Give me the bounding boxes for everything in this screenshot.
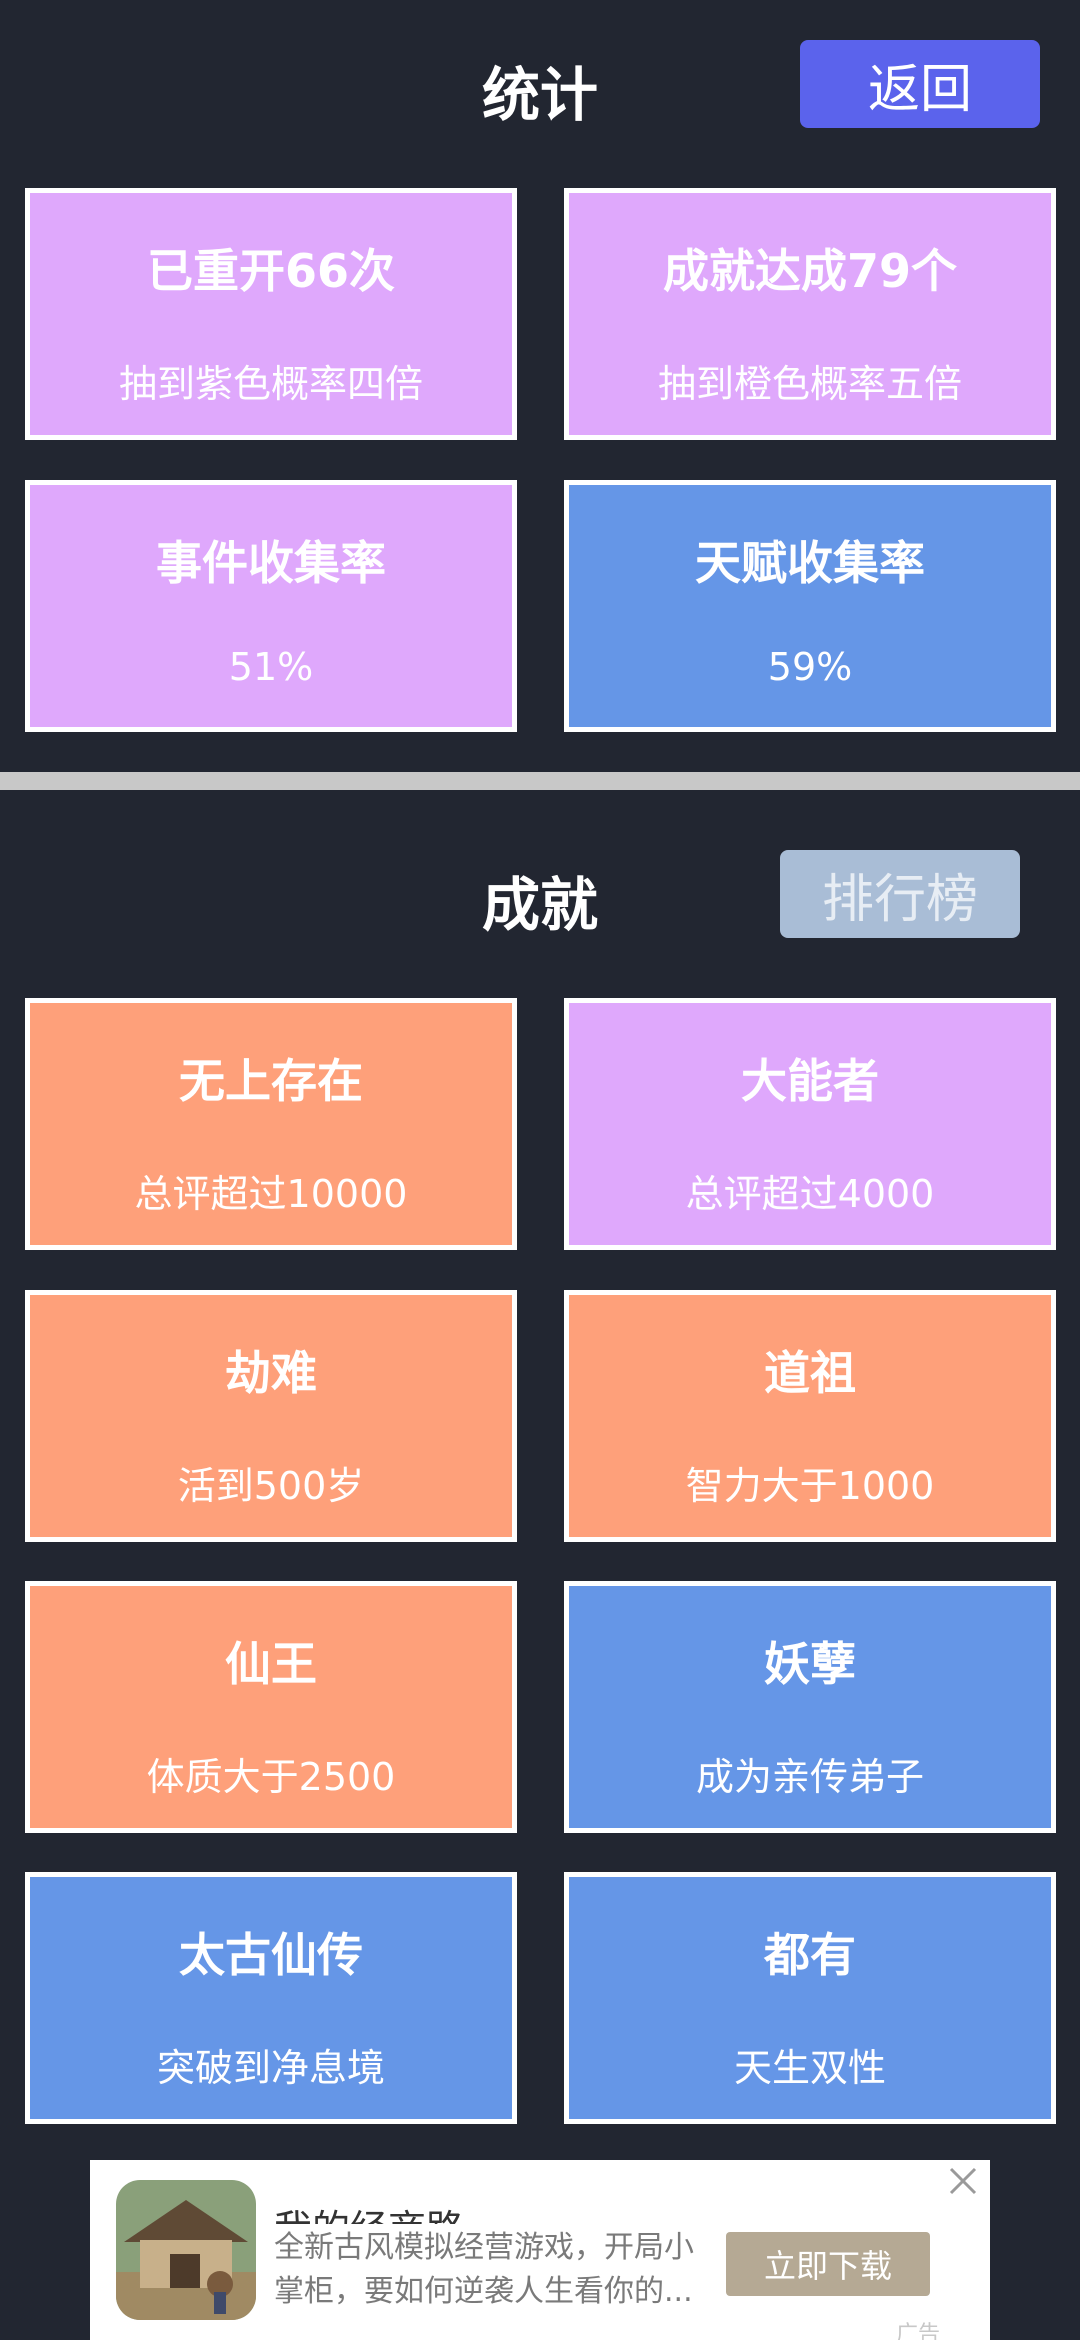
achievement-condition: 总评超过10000 (134, 1172, 408, 1216)
achievement-title: 道祖 (764, 1346, 856, 1400)
ad-badge: 广告 (896, 2322, 941, 2340)
achievement-title: 妖孽 (764, 1637, 856, 1691)
achievement-card[interactable]: 无上存在 总评超过10000 (25, 998, 517, 1250)
achievement-condition: 智力大于1000 (685, 1464, 935, 1508)
stat-card-subtitle: 59% (767, 645, 853, 689)
stat-card-achievements[interactable]: 成就达成79个 抽到橙色概率五倍 (564, 188, 1056, 440)
stat-card-title: 天赋收集率 (695, 536, 925, 590)
achievement-condition: 体质大于2500 (146, 1755, 396, 1799)
achievement-title: 都有 (764, 1928, 856, 1982)
achievement-card[interactable]: 大能者 总评超过4000 (564, 998, 1056, 1250)
achievement-card[interactable]: 太古仙传 突破到净息境 (25, 1872, 517, 2124)
achievement-condition: 突破到净息境 (156, 2046, 385, 2090)
achievement-title: 无上存在 (179, 1054, 363, 1108)
section-divider (0, 772, 1080, 790)
ad-banner[interactable]: 我的经商路 全新古风模拟经营游戏，开局小掌柜，要如何逆袭人生看你的... 立即下… (90, 2160, 990, 2340)
stat-card-event-collection[interactable]: 事件收集率 51% (25, 480, 517, 732)
stat-card-title: 已重开66次 (146, 244, 395, 298)
achievement-title: 太古仙传 (179, 1928, 363, 1982)
page: 统计 返回 已重开66次 抽到紫色概率四倍 成就达成79个 抽到橙色概率五倍 事… (0, 0, 1080, 2340)
achievement-condition: 总评超过4000 (685, 1172, 935, 1216)
achievement-condition: 天生双性 (733, 2046, 886, 2090)
achievement-card[interactable]: 劫难 活到500岁 (25, 1290, 517, 1542)
achievement-card[interactable]: 都有 天生双性 (564, 1872, 1056, 2124)
download-button[interactable]: 立即下载 (726, 2232, 930, 2296)
achievement-title: 劫难 (225, 1346, 317, 1400)
leaderboard-button[interactable]: 排行榜 (780, 850, 1020, 938)
achievement-card[interactable]: 道祖 智力大于1000 (564, 1290, 1056, 1542)
back-button[interactable]: 返回 (800, 40, 1040, 128)
stat-card-title: 成就达成79个 (662, 244, 957, 298)
stat-card-restarts[interactable]: 已重开66次 抽到紫色概率四倍 (25, 188, 517, 440)
stat-card-talent-collection[interactable]: 天赋收集率 59% (564, 480, 1056, 732)
achievement-condition: 活到500岁 (177, 1464, 365, 1508)
stat-card-title: 事件收集率 (156, 536, 386, 590)
stat-card-subtitle: 51% (228, 645, 314, 689)
stat-card-subtitle: 抽到橙色概率五倍 (657, 362, 962, 406)
game-thumbnail-icon[interactable] (116, 2180, 256, 2320)
stat-card-subtitle: 抽到紫色概率四倍 (118, 362, 423, 406)
achievement-title: 大能者 (741, 1054, 879, 1108)
achievement-card[interactable]: 妖孽 成为亲传弟子 (564, 1581, 1056, 1833)
ad-description: 全新古风模拟经营游戏，开局小掌柜，要如何逆袭人生看你的... (274, 2224, 704, 2314)
close-icon[interactable] (948, 2166, 978, 2196)
achievement-card[interactable]: 仙王 体质大于2500 (25, 1581, 517, 1833)
achievement-title: 仙王 (225, 1637, 317, 1691)
achievement-condition: 成为亲传弟子 (695, 1755, 924, 1799)
